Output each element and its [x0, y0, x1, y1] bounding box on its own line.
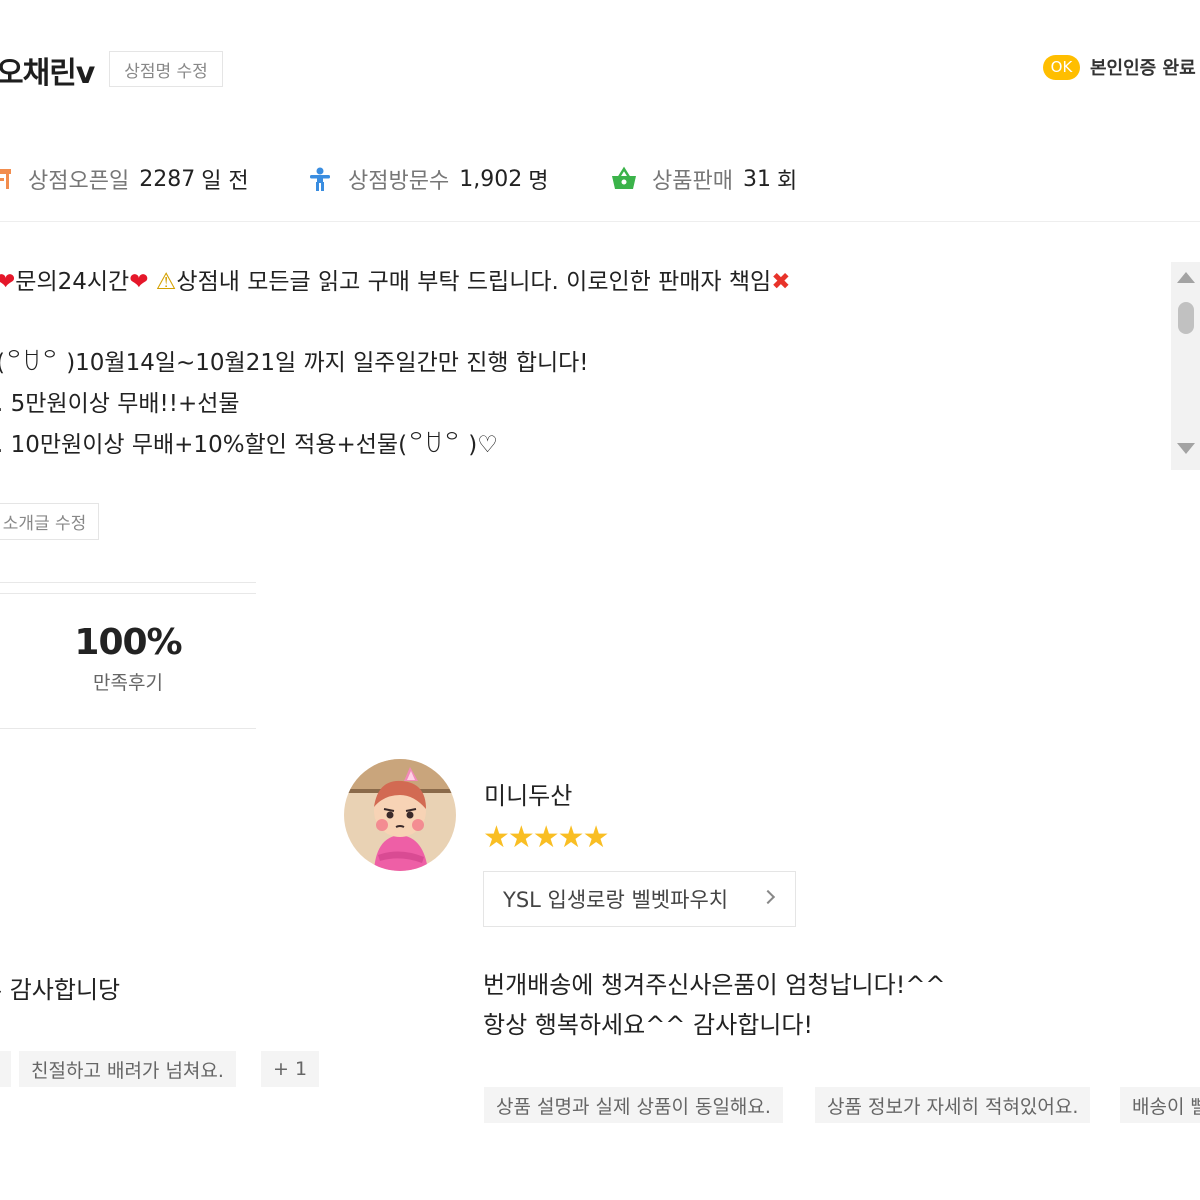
ok-badge: OK: [1043, 54, 1080, 80]
scroll-up-arrow-icon[interactable]: [1177, 272, 1195, 283]
review-tag: 배송이 빨라요.: [1120, 1087, 1200, 1123]
stat-unit: 회: [776, 169, 798, 194]
edit-intro-button[interactable]: 소개글 수정: [0, 503, 99, 540]
satisfaction-value: 100%: [74, 622, 182, 663]
shop-intro-text: ❤문의24시간❤ ⚠상점내 모든글 읽고 구매 부탁 드립니다. 이로인한 판매…: [0, 262, 1161, 472]
stat-product-sales: 상품판매 31 회: [610, 163, 797, 195]
heart-icon: ❤: [0, 269, 16, 295]
product-name: YSL 입생로랑 벨벳파우치: [503, 888, 729, 912]
reviewed-product-link[interactable]: YSL 입생로랑 벨벳파우치: [483, 871, 796, 927]
stat-unit: 일 전: [201, 169, 249, 194]
basket-icon: [610, 165, 638, 193]
reviewer-avatar[interactable]: [344, 759, 456, 871]
rating-stars: ★★★★★: [483, 820, 609, 855]
intro-line: . 10만원이상 무배+10%할인 적용+선물(꒪ꇴ꒪ )♡: [0, 432, 498, 458]
person-icon: [306, 165, 334, 193]
reviewer-name[interactable]: 미니두산: [484, 776, 572, 811]
stat-value: 2287: [139, 166, 196, 192]
section-divider: [0, 593, 256, 594]
stat-label: 상품판매: [652, 169, 733, 194]
review-tag: 친절하고 배려가 넘쳐요.: [19, 1051, 236, 1087]
stat-unit: 명: [528, 169, 549, 194]
edit-shop-name-button[interactable]: 상점명 수정: [109, 51, 223, 87]
review-text-partial: 무 감사합니당: [0, 976, 121, 1004]
chevron-right-icon: [760, 889, 776, 905]
review-tag: [0, 1051, 11, 1087]
intro-line: . 5만원이상 무배!!+선물: [0, 391, 240, 417]
stat-value: 31: [742, 166, 771, 192]
intro-line: ❤문의24시간❤ ⚠상점내 모든글 읽고 구매 부탁 드립니다. 이로인한 판매…: [0, 262, 1161, 303]
satisfaction-label: 만족후기: [93, 672, 163, 694]
more-tags-badge[interactable]: + 1: [261, 1051, 320, 1087]
store-icon: [0, 165, 14, 193]
stat-label: 상점방문수: [348, 169, 450, 194]
intro-blank-line: [0, 303, 1161, 343]
section-divider: [0, 728, 256, 729]
stat-shop-open: 상점오픈일 2287 일 전: [0, 163, 249, 195]
stat-shop-visits: 상점방문수 1,902 명: [306, 163, 548, 195]
shop-name: 오채린v: [0, 56, 95, 91]
review-tag: 상품 설명과 실제 상품이 동일해요.: [484, 1087, 783, 1123]
stat-value: 1,902: [459, 166, 523, 192]
heart-icon: ❤: [129, 269, 149, 295]
section-divider: [0, 582, 256, 583]
scroll-down-arrow-icon[interactable]: [1177, 443, 1195, 454]
stats-divider: [0, 221, 1200, 222]
verify-label: 본인인증 완료: [1090, 58, 1196, 79]
intro-scrollbar[interactable]: [1171, 262, 1200, 470]
review-tag: 상품 정보가 자세히 적혀있어요.: [815, 1087, 1091, 1123]
warning-icon: ⚠: [155, 269, 177, 295]
intro-line: (꒪ꇴ꒪ )10월14일~10월21일 까지 일주일간만 진행 합니다!: [0, 350, 589, 376]
scroll-thumb[interactable]: [1178, 302, 1194, 334]
review-text: 번개배송에 챙겨주신사은품이 엄청납니다!^^ 항상 행복하세요^^ 감사합니다…: [483, 971, 946, 1039]
cross-mark-icon: ✖: [771, 269, 791, 295]
identity-verified: OK 본인인증 완료: [1043, 54, 1196, 80]
stat-label: 상점오픈일: [28, 169, 130, 194]
